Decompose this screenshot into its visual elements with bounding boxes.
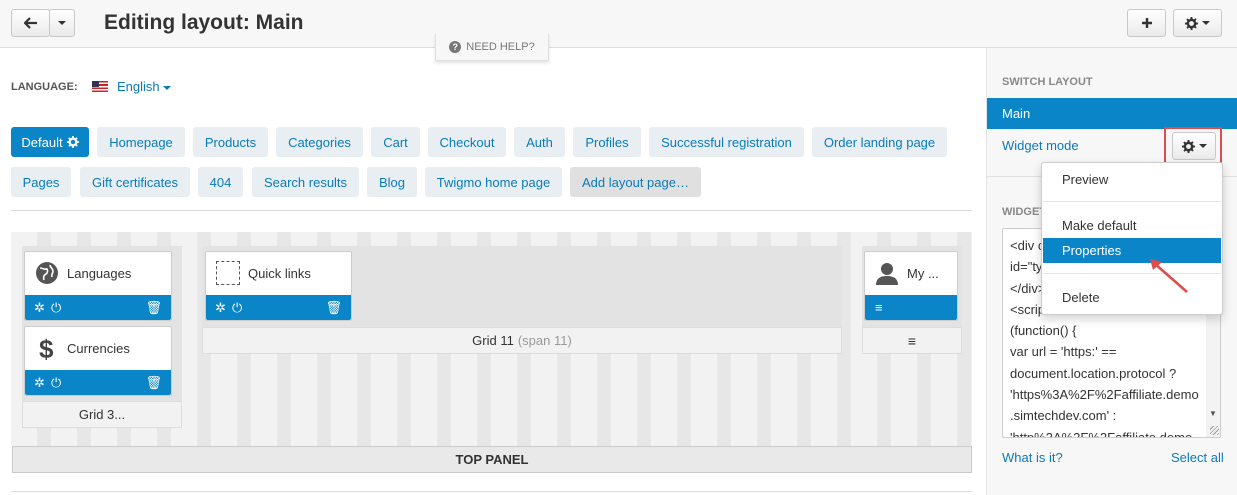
language-selector[interactable]: English (117, 79, 171, 94)
add-layout-page-button[interactable]: Add layout page… (570, 167, 701, 197)
us-flag-icon (92, 81, 108, 92)
caret-down-icon (162, 85, 171, 90)
grid-3-footer[interactable]: Grid 3... (22, 401, 182, 428)
language-label: LANGUAGE: (11, 81, 78, 93)
widget-toolbar: ✲ ⏻ 🗑 (25, 370, 171, 395)
what-is-it-link[interactable]: What is it? (1002, 450, 1063, 465)
widget-my-account[interactable]: My ... ≡ (864, 251, 958, 321)
widget-quick-links[interactable]: Quick links ✲ ⏻ 🗑 (205, 251, 352, 321)
tab-successful-registration[interactable]: Successful registration (649, 127, 804, 157)
menu-item-preview[interactable]: Preview (1043, 167, 1221, 192)
divider (11, 491, 972, 492)
tab-404[interactable]: 404 (198, 167, 243, 197)
switch-layout-title: SWITCH LAYOUT (1002, 76, 1093, 88)
tab-gift-certificates[interactable]: Gift certificates (80, 167, 190, 197)
empty-block-icon (216, 261, 240, 285)
power-icon[interactable]: ⏻ (51, 300, 61, 315)
sidebar-item-main[interactable]: Main (987, 98, 1237, 129)
back-dropdown-button[interactable] (49, 9, 75, 37)
arrow-left-icon (23, 17, 37, 29)
tab-order-landing-page[interactable]: Order landing page (812, 127, 947, 157)
grid-11-span: (span 11) (517, 333, 572, 348)
gear-icon[interactable] (66, 136, 79, 148)
widget-languages-label: Languages (67, 266, 132, 281)
tab-products[interactable]: Products (193, 127, 268, 157)
gear-icon[interactable]: ✲ (34, 300, 45, 315)
code-line: .simtechdev.com' : (1010, 408, 1117, 424)
widget-code-label: WIDGET (1002, 206, 1046, 218)
menu-icon[interactable]: ≡ (875, 300, 883, 315)
dollar-icon: $ (39, 334, 54, 364)
language-value: English (117, 79, 160, 94)
widget-quick-links-label: Quick links (248, 266, 311, 281)
top-panel[interactable]: TOP PANEL (12, 446, 972, 473)
tab-pages[interactable]: Pages (11, 167, 71, 197)
plus-icon (1141, 18, 1152, 28)
power-icon[interactable]: ⏻ (51, 375, 61, 390)
gear-icon[interactable]: ✲ (215, 300, 226, 315)
gear-icon[interactable]: ✲ (34, 375, 45, 390)
caret-down-icon (1202, 21, 1210, 25)
add-button[interactable] (1127, 9, 1166, 37)
widget-currencies-label: Currencies (67, 341, 130, 356)
widget-toolbar: ≡ (865, 295, 957, 320)
user-icon (876, 263, 898, 285)
grid-11-footer[interactable]: Grid 11 (span 11) (202, 327, 842, 354)
globe-icon (36, 262, 58, 284)
menu-icon[interactable]: ≡ (908, 333, 916, 349)
need-help-tab[interactable]: ? NEED HELP? (435, 34, 549, 61)
menu-item-make-default[interactable]: Make default (1043, 213, 1221, 238)
tab-auth[interactable]: Auth (514, 127, 565, 157)
tab-cart[interactable]: Cart (371, 127, 420, 157)
tab-blog[interactable]: Blog (367, 167, 417, 197)
power-icon[interactable]: ⏻ (232, 300, 242, 315)
highlight-box (1164, 127, 1222, 166)
question-icon: ? (449, 41, 462, 53)
tab-checkout[interactable]: Checkout (428, 127, 506, 157)
code-line: var url = 'https:' == (1010, 344, 1117, 360)
tab-default[interactable]: Default (11, 127, 89, 157)
widget-languages[interactable]: Languages ✲ ⏻ 🗑 (24, 251, 172, 321)
divider (1043, 201, 1221, 202)
grid-11-title: Grid 11 (472, 333, 514, 348)
caret-down-icon (58, 21, 66, 25)
select-all-link[interactable]: Select all (1171, 450, 1224, 465)
tab-homepage[interactable]: Homepage (97, 127, 185, 157)
sidebar-item-widget-mode[interactable]: Widget mode (1002, 138, 1079, 153)
grid-right-footer[interactable]: ≡ (862, 327, 962, 354)
grid-3-title: Grid 3... (78, 407, 126, 422)
tab-label: Default (21, 134, 63, 150)
code-line: 'https%3A%2F%2Faffiliate.demo (1010, 387, 1199, 403)
code-line: (function() { (1010, 323, 1077, 339)
widget-toolbar: ✲ ⏻ 🗑 (25, 295, 171, 320)
widget-currencies[interactable]: $ Currencies ✲ ⏻ 🗑 (24, 326, 172, 396)
trash-icon[interactable]: 🗑 (145, 300, 162, 315)
tab-twigmo-home-page[interactable]: Twigmo home page (425, 167, 562, 197)
resize-handle-icon[interactable] (1210, 426, 1219, 435)
annotation-arrow-icon (1150, 259, 1188, 293)
widget-my-account-label: My ... (907, 266, 939, 281)
back-button[interactable] (11, 9, 50, 37)
need-help-label: NEED HELP? (466, 41, 535, 53)
trash-icon[interactable]: 🗑 (325, 300, 342, 315)
widget-toolbar: ✲ ⏻ 🗑 (206, 295, 351, 320)
trash-icon[interactable]: 🗑 (145, 375, 162, 390)
settings-button[interactable] (1173, 9, 1222, 37)
tab-search-results[interactable]: Search results (252, 167, 359, 197)
code-line: 'http%3A%2F%2Faffiliate.demo. (1010, 429, 1196, 438)
code-line: document.location.protocol ? (1010, 365, 1177, 381)
gear-icon (1185, 16, 1198, 30)
scroll-down-icon[interactable]: ▼ (1209, 409, 1217, 418)
tab-categories[interactable]: Categories (276, 127, 363, 157)
page-title: Editing layout: Main (104, 11, 304, 34)
divider (11, 210, 972, 211)
tab-profiles[interactable]: Profiles (573, 127, 641, 157)
